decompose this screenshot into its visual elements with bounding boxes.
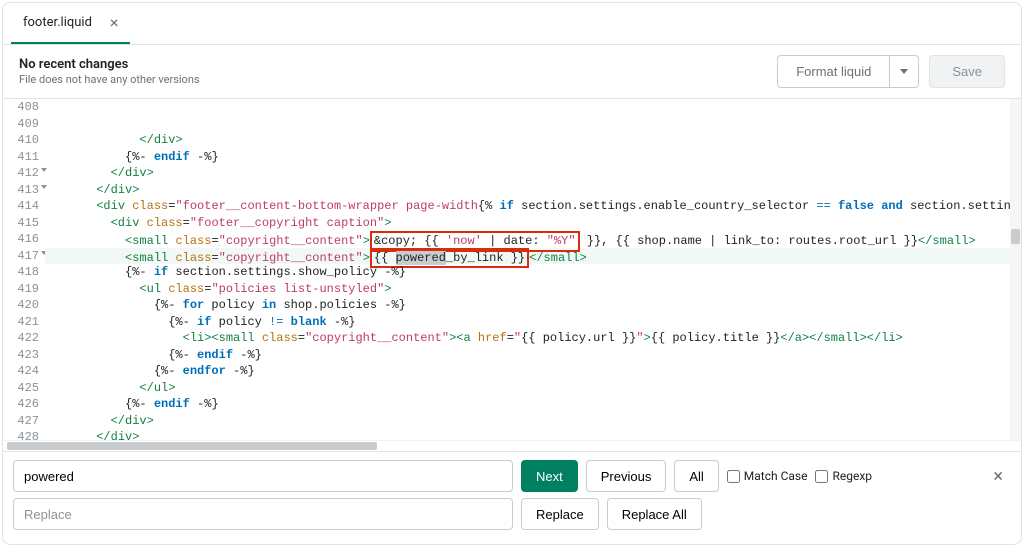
replace-input[interactable] (13, 498, 513, 530)
code-editor[interactable]: 4084094104114124134144154164174184194204… (3, 99, 1021, 440)
scrollbar-thumb[interactable] (7, 442, 377, 450)
format-liquid-button[interactable]: Format liquid (777, 55, 890, 88)
line-number: 417 (3, 248, 39, 265)
code-line[interactable]: </div> (45, 132, 1021, 149)
header-title: No recent changes (19, 57, 200, 72)
close-search-icon[interactable]: × (985, 466, 1011, 487)
code-line[interactable]: {%- if policy != blank -%} (45, 314, 1021, 331)
save-button[interactable]: Save (929, 55, 1005, 88)
line-number: 425 (3, 380, 39, 397)
code-line[interactable]: </div> (45, 182, 1021, 199)
code-line[interactable]: {%- endif -%} (45, 347, 1021, 364)
tab-bar: footer.liquid × (3, 3, 1021, 45)
line-number: 410 (3, 132, 39, 149)
line-number: 411 (3, 149, 39, 166)
line-number: 422 (3, 330, 39, 347)
match-case-label: Match Case (744, 469, 808, 483)
chevron-down-icon (900, 69, 908, 74)
editor-container: footer.liquid × No recent changes File d… (2, 2, 1022, 545)
format-dropdown-button[interactable] (890, 55, 919, 88)
scrollbar-thumb[interactable] (1011, 229, 1020, 244)
code-line[interactable]: {%- for policy in shop.policies -%} (45, 297, 1021, 314)
match-case-input[interactable] (727, 470, 740, 483)
line-number: 409 (3, 116, 39, 133)
code-line[interactable]: </ul> (45, 380, 1021, 397)
code-line[interactable]: {%- endif -%} (45, 396, 1021, 413)
vertical-scrollbar[interactable] (1010, 99, 1021, 440)
line-number: 424 (3, 363, 39, 380)
line-number: 420 (3, 297, 39, 314)
header-bar: No recent changes File does not have any… (3, 45, 1021, 99)
line-number: 413 (3, 182, 39, 199)
line-number: 423 (3, 347, 39, 364)
code-line[interactable]: </div> (45, 413, 1021, 430)
regexp-checkbox[interactable]: Regexp (815, 469, 872, 483)
line-gutter: 4084094104114124134144154164174184194204… (3, 99, 45, 440)
line-number: 416 (3, 231, 39, 248)
code-line[interactable]: <div class="footer__copyright caption"> (45, 215, 1021, 232)
regexp-input[interactable] (815, 470, 828, 483)
header-actions: Format liquid Save (777, 55, 1005, 88)
regexp-label: Regexp (832, 469, 872, 483)
header-subtitle: File does not have any other versions (19, 73, 200, 86)
code-line[interactable]: <small class="copyright__content">&copy;… (45, 231, 1021, 248)
search-input[interactable] (13, 460, 513, 492)
line-number: 412 (3, 165, 39, 182)
code-line[interactable]: <li><small class="copyright__content"><a… (45, 330, 1021, 347)
previous-button[interactable]: Previous (586, 460, 667, 492)
format-button-group: Format liquid (777, 55, 919, 88)
code-line[interactable]: </div> (45, 165, 1021, 182)
line-number: 427 (3, 413, 39, 430)
line-number: 421 (3, 314, 39, 331)
match-case-checkbox[interactable]: Match Case (727, 469, 808, 483)
code-line[interactable]: {%- endif -%} (45, 149, 1021, 166)
code-line[interactable]: {%- if section.settings.show_policy -%} (45, 264, 1021, 281)
line-number: 419 (3, 281, 39, 298)
line-number: 418 (3, 264, 39, 281)
replace-all-button[interactable]: Replace All (607, 498, 702, 530)
horizontal-scrollbar[interactable] (3, 440, 1021, 451)
code-line[interactable]: {%- endfor -%} (45, 363, 1021, 380)
header-left: No recent changes File does not have any… (19, 57, 200, 86)
tab-label: footer.liquid (23, 15, 92, 30)
code-line[interactable]: <small class="copyright__content">{{ pow… (45, 248, 1021, 265)
next-button[interactable]: Next (521, 460, 578, 492)
line-number: 428 (3, 429, 39, 440)
all-button[interactable]: All (674, 460, 718, 492)
line-number: 414 (3, 198, 39, 215)
code-line[interactable]: <ul class="policies list-unstyled"> (45, 281, 1021, 298)
line-number: 408 (3, 99, 39, 116)
close-icon[interactable]: × (110, 13, 119, 32)
search-panel: Next Previous All Match Case Regexp × Re… (3, 451, 1021, 544)
line-number: 415 (3, 215, 39, 232)
replace-button[interactable]: Replace (521, 498, 599, 530)
code-line[interactable]: </div> (45, 429, 1021, 440)
code-area[interactable]: </div> {%- endif -%} </div> </div> <div … (45, 99, 1021, 440)
code-line[interactable]: <div class="footer__content-bottom-wrapp… (45, 198, 1021, 215)
line-number: 426 (3, 396, 39, 413)
tab-footer-liquid[interactable]: footer.liquid × (11, 3, 130, 44)
